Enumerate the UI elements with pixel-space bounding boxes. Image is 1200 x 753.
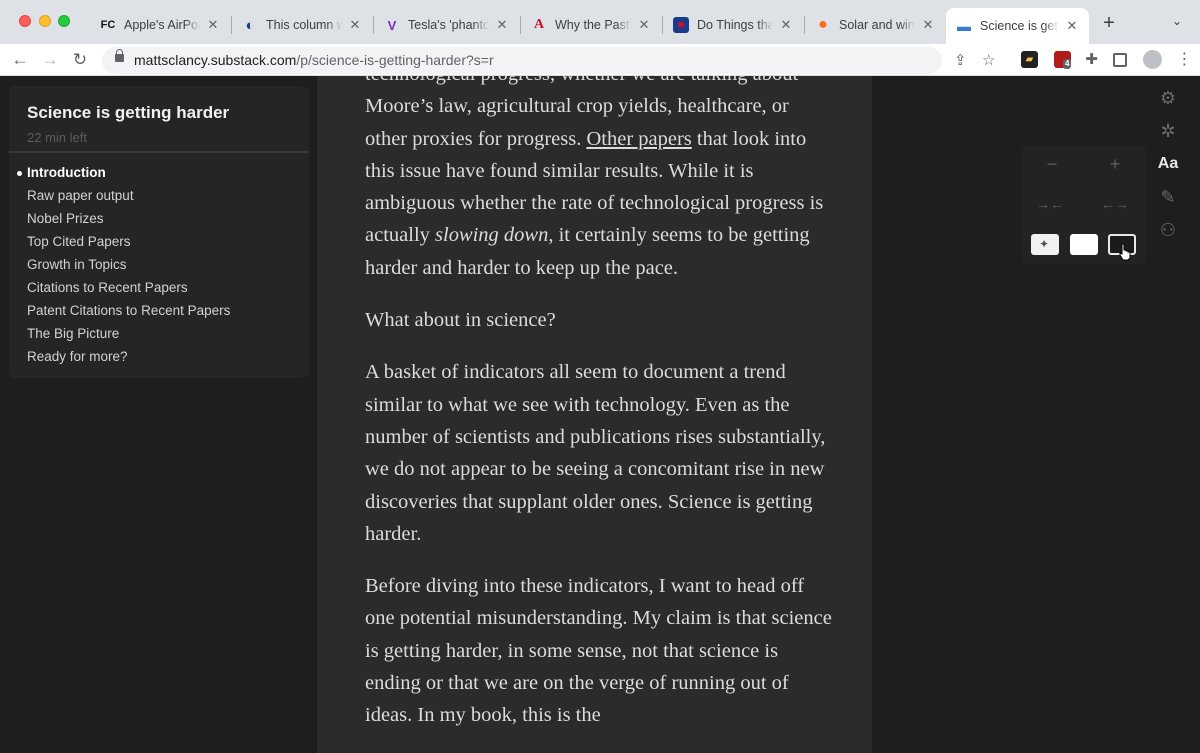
tab-this-column[interactable]: ◐ This column w ✕ xyxy=(232,8,372,42)
tab-title: Apple's AirPods xyxy=(124,18,200,32)
tab-title: Why the Past 1 xyxy=(555,18,631,32)
increase-font-button[interactable]: + xyxy=(1101,154,1129,174)
tab-title: This column w xyxy=(266,18,342,32)
tab-solar-wind[interactable]: ● Solar and wind ✕ xyxy=(805,8,945,42)
profile-avatar-icon[interactable] xyxy=(1143,50,1162,69)
verge-favicon-icon: V xyxy=(387,17,397,33)
reading-time: 22 min left xyxy=(27,130,87,145)
fastcompany-favicon-icon: FC xyxy=(100,19,116,31)
tab-science-active[interactable]: ▬ Science is gett ✕ xyxy=(946,8,1089,44)
tab-title: Tesla's 'phanto xyxy=(408,18,489,32)
theme-light-swatch[interactable] xyxy=(1070,234,1098,255)
tab-title: Solar and wind xyxy=(839,18,915,32)
toc-item-big-picture[interactable]: The Big Picture xyxy=(9,322,230,345)
font-settings-icon[interactable]: Aa xyxy=(1156,152,1180,176)
article-paragraph: technological progress, whether we are t… xyxy=(365,76,835,284)
toc-item-top-cited-papers[interactable]: Top Cited Papers xyxy=(9,230,230,253)
widen-width-button[interactable]: ←→ xyxy=(1101,194,1129,214)
reload-icon[interactable]: ↻ xyxy=(68,48,92,72)
close-tab-icon[interactable]: ✕ xyxy=(348,17,362,33)
table-of-contents: Science is getting harder 22 min left In… xyxy=(9,86,309,378)
toc-item-nobel-prizes[interactable]: Nobel Prizes xyxy=(9,207,230,230)
toc-item-patent-citations[interactable]: Patent Citations to Recent Papers xyxy=(9,299,230,322)
toc-title: Science is getting harder xyxy=(27,103,230,122)
minimize-window-button[interactable] xyxy=(39,15,51,27)
bookmark-star-icon[interactable]: ☆ xyxy=(982,51,995,69)
theme-auto-swatch[interactable]: ✦ xyxy=(1031,234,1059,255)
side-panel-icon[interactable] xyxy=(1113,53,1127,67)
tab-do-things[interactable]: ■ Do Things that ✕ xyxy=(663,8,803,42)
bug-icon[interactable]: ✲ xyxy=(1156,119,1180,143)
atlantic-favicon-icon: A xyxy=(533,17,545,32)
toc-item-raw-paper-output[interactable]: Raw paper output xyxy=(9,184,230,207)
back-arrow-icon[interactable]: ← xyxy=(8,48,32,72)
page-content: Science is getting harder 22 min left In… xyxy=(0,76,1200,753)
zoom-window-button[interactable] xyxy=(58,15,70,27)
site-favicon-icon: ■ xyxy=(673,17,689,33)
toc-item-introduction[interactable]: Introduction xyxy=(9,161,230,184)
tab-strip: FC Apple's AirPods ✕ ◐ This column w ✕ V… xyxy=(0,0,1200,44)
sparkle-icon: ✦ xyxy=(1039,237,1050,251)
close-tab-icon[interactable]: ✕ xyxy=(921,17,935,33)
other-papers-link[interactable]: Other papers xyxy=(586,128,691,150)
tab-tesla[interactable]: V Tesla's 'phanto ✕ xyxy=(374,8,519,42)
close-tab-icon[interactable]: ✕ xyxy=(206,17,220,33)
tab-why-the-past[interactable]: A Why the Past 1 ✕ xyxy=(521,8,661,42)
close-tab-icon[interactable]: ✕ xyxy=(495,17,509,33)
toc-divider xyxy=(9,151,309,153)
toc-list: Introduction Raw paper output Nobel Priz… xyxy=(9,161,230,368)
close-tab-icon[interactable]: ✕ xyxy=(779,17,793,33)
toc-item-citations-recent-papers[interactable]: Citations to Recent Papers xyxy=(9,276,230,299)
new-tab-button[interactable]: + xyxy=(1098,12,1120,34)
reader-side-toolbar: ⚙ ✲ Aa ✎ ⚇ xyxy=(1156,86,1180,251)
article-column: technological progress, whether we are t… xyxy=(317,76,872,753)
tab-airpods[interactable]: FC Apple's AirPods ✕ xyxy=(90,8,230,42)
publication-favicon-icon: ◐ xyxy=(245,16,255,34)
article-paragraph: What about in science? xyxy=(365,309,556,332)
forward-arrow-icon[interactable]: → xyxy=(38,48,62,72)
lock-icon xyxy=(115,49,124,62)
tab-title: Science is gett xyxy=(980,19,1059,33)
emphasis-text: slowing down xyxy=(435,224,549,247)
share-icon[interactable]: ⇪ xyxy=(954,51,967,69)
close-tab-icon[interactable]: ✕ xyxy=(1065,18,1079,34)
address-bar[interactable]: mattsclancy.substack.com/p/science-is-ge… xyxy=(102,47,995,74)
toc-item-growth-in-topics[interactable]: Growth in Topics xyxy=(9,253,230,276)
close-window-button[interactable] xyxy=(19,15,31,27)
decrease-font-button[interactable]: − xyxy=(1038,154,1066,174)
browser-toolbar: ← → ↻ mattsclancy.substack.com/p/science… xyxy=(0,44,1200,76)
hand-pointer-cursor-icon xyxy=(1119,243,1131,261)
substack-favicon-icon: ▬ xyxy=(957,18,971,34)
settings-gear-icon[interactable]: ⚙ xyxy=(1156,86,1180,110)
kebab-menu-icon[interactable]: ⋮ xyxy=(1176,51,1193,68)
site-favicon-icon: ● xyxy=(818,16,828,33)
extension-icon[interactable]: ▰ xyxy=(1021,51,1038,68)
extension-badge: 4 xyxy=(1063,59,1072,69)
url-path: /p/science-is-getting-harder?s=r xyxy=(296,52,494,68)
shield-extension-icon[interactable]: 4 xyxy=(1054,51,1072,69)
puzzle-extensions-icon[interactable]: ✚ xyxy=(1083,51,1100,68)
narrow-width-button[interactable]: →← xyxy=(1036,194,1064,214)
article-paragraph: Before diving into these indicators, I w… xyxy=(365,575,832,727)
article-body: technological progress, whether we are t… xyxy=(365,76,835,752)
article-paragraph: A basket of indicators all seem to docum… xyxy=(365,361,826,545)
tab-title: Do Things that xyxy=(697,18,773,32)
highlighter-off-icon[interactable]: ✎ xyxy=(1156,185,1180,209)
people-off-icon[interactable]: ⚇ xyxy=(1156,218,1180,242)
tab-search-chevron-icon[interactable]: ⌄ xyxy=(1172,14,1182,28)
url-host: mattsclancy.substack.com xyxy=(134,52,297,68)
close-tab-icon[interactable]: ✕ xyxy=(637,17,651,33)
url-text: mattsclancy.substack.com/p/science-is-ge… xyxy=(134,52,494,68)
toc-item-ready-for-more[interactable]: Ready for more? xyxy=(9,345,230,368)
